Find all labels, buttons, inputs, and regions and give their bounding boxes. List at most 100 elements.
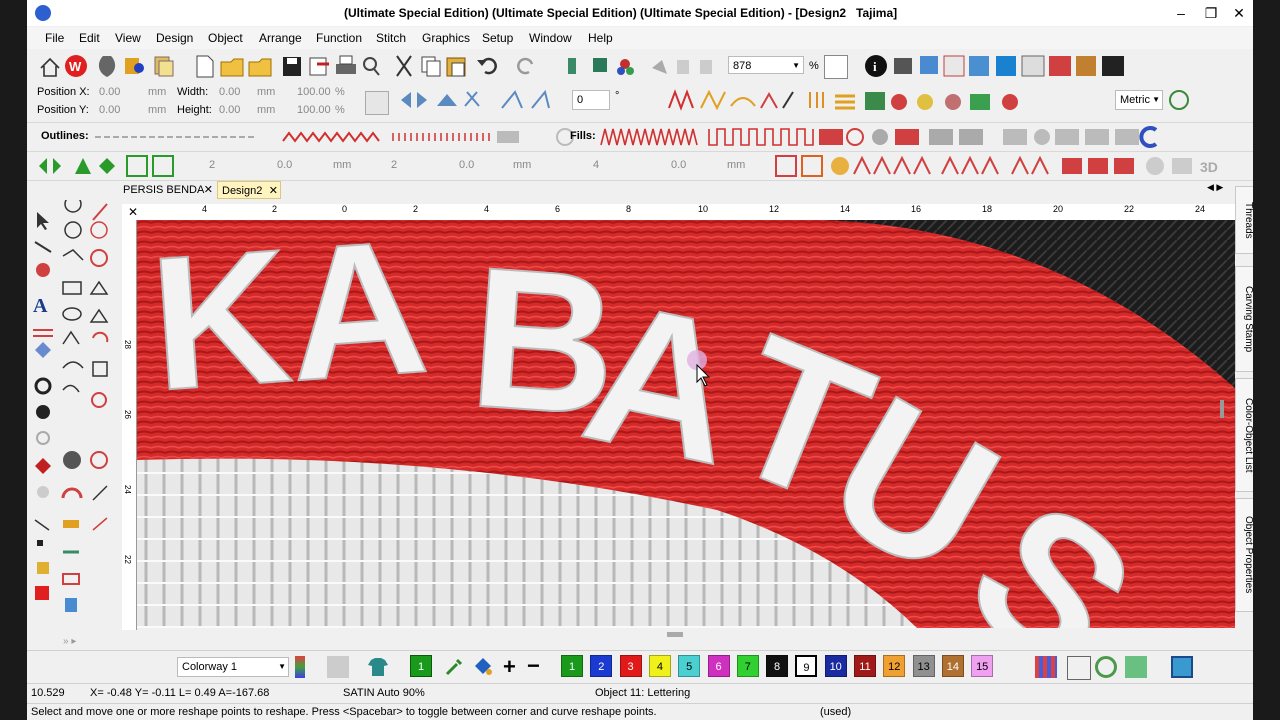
- color-grid-icon[interactable]: [327, 656, 349, 678]
- colorway-list-icon[interactable]: [295, 656, 305, 678]
- effects-toolbar: 2 0.0 mm 2 0.0 mm 4 0.0 mm 3D: [27, 152, 1253, 181]
- add-color-icon[interactable]: +: [503, 656, 525, 678]
- dock-tab-carving-stamp[interactable]: Carving Stamp: [1235, 266, 1253, 372]
- position-y-value[interactable]: 0.00: [99, 104, 120, 116]
- shirt-icon[interactable]: [367, 656, 389, 678]
- menu-view[interactable]: View: [115, 31, 141, 45]
- chevron-down-icon[interactable]: ▼: [278, 658, 286, 676]
- dock-tab-object-properties[interactable]: Object Properties: [1235, 498, 1253, 612]
- toolbar-icons[interactable]: W i: [40, 55, 1124, 78]
- position-y-unit: mm: [148, 104, 167, 116]
- color-swatch-14[interactable]: 14: [941, 655, 964, 677]
- zoom-unit: %: [809, 60, 819, 72]
- thread-chart-icon[interactable]: [1067, 656, 1091, 680]
- effect-icons[interactable]: 3D: [772, 154, 1247, 178]
- menu-function[interactable]: Function: [316, 31, 362, 45]
- letters-ka: KA: [145, 220, 434, 431]
- colorway-select[interactable]: Colorway 1 ▼: [177, 657, 289, 677]
- chevron-down-icon[interactable]: ▼: [1152, 91, 1160, 109]
- width-value[interactable]: 0.00: [219, 86, 240, 98]
- color-swatch-1[interactable]: 1: [561, 655, 583, 677]
- dock-tab-color-object-list[interactable]: Color-Object List: [1235, 378, 1253, 492]
- cube-icon[interactable]: [1125, 656, 1147, 678]
- spacing-v3[interactable]: 2: [391, 159, 397, 171]
- color-swatch-7[interactable]: 7: [736, 655, 759, 677]
- color-swatch-11[interactable]: 11: [854, 655, 876, 677]
- remove-color-icon[interactable]: −: [527, 655, 549, 678]
- close-icon[interactable]: ✕: [204, 181, 213, 199]
- units-select[interactable]: Metric ▼: [1115, 90, 1163, 110]
- spacing-v4[interactable]: 0.0: [459, 159, 474, 171]
- spacing-v1[interactable]: 2: [209, 159, 215, 171]
- monogram-icon[interactable]: [1139, 126, 1161, 148]
- current-color-swatch[interactable]: 1: [410, 655, 432, 677]
- position-x-value[interactable]: 0.00: [99, 86, 120, 98]
- color-swatch-4[interactable]: 4: [648, 655, 671, 677]
- tie-off-icon[interactable]: [1197, 90, 1219, 112]
- minimize-button[interactable]: –: [1168, 3, 1194, 23]
- color-swatch-15[interactable]: 15: [971, 655, 994, 677]
- horizontal-scrollbar-thumb[interactable]: [667, 632, 683, 637]
- color-sort-icon[interactable]: [1035, 656, 1057, 678]
- menu-setup[interactable]: Setup: [482, 31, 513, 45]
- paint-bucket-icon[interactable]: [471, 656, 493, 678]
- dock-tab-threads[interactable]: Threads: [1235, 186, 1253, 254]
- colorway-value: Colorway 1: [182, 661, 238, 673]
- color-swatch-2[interactable]: 2: [590, 655, 613, 677]
- stitch-tool-icons[interactable]: [665, 86, 1135, 116]
- menu-window[interactable]: Window: [529, 31, 572, 45]
- outlines-label: Outlines:: [41, 130, 89, 142]
- tab-persis-benda[interactable]: PERSIS BENDA ✕: [119, 181, 215, 199]
- color-swatch-12[interactable]: 12: [883, 655, 906, 677]
- tab-label: Design2: [222, 185, 263, 197]
- menu-stitch[interactable]: Stitch: [376, 31, 406, 45]
- tab-design2[interactable]: Design2 ✕: [217, 181, 281, 199]
- spacing-v5[interactable]: 4: [593, 159, 599, 171]
- menu-arrange[interactable]: Arrange: [259, 31, 302, 45]
- color-wheel-icon[interactable]: [1095, 656, 1117, 678]
- width-percent[interactable]: 100.00: [297, 86, 331, 98]
- color-swatch-13[interactable]: 13: [912, 655, 935, 677]
- close-window-button[interactable]: ✕: [1226, 3, 1252, 23]
- tie-in-icon[interactable]: [1169, 90, 1189, 110]
- zoom-value: 878: [733, 60, 752, 72]
- toolbox-icons[interactable]: A » ▸: [27, 195, 141, 648]
- menu-file[interactable]: File: [45, 31, 64, 45]
- rotate-angle-input[interactable]: 0: [572, 90, 610, 110]
- design-canvas[interactable]: KA B A T U S: [137, 220, 1237, 628]
- color-swatch-3[interactable]: 3: [619, 655, 642, 677]
- zoom-input[interactable]: 878 ▼: [728, 56, 804, 74]
- restore-button[interactable]: ❐: [1198, 3, 1224, 23]
- color-swatch-6[interactable]: 6: [707, 655, 730, 677]
- vertical-scrollbar-thumb[interactable]: [1220, 400, 1224, 418]
- lock-proportions-icon[interactable]: [365, 91, 389, 115]
- menu-design[interactable]: Design: [156, 31, 193, 45]
- fill-type-icons[interactable]: [599, 125, 1159, 149]
- zoom-dialog-icon[interactable]: [824, 55, 848, 79]
- color-swatch-5[interactable]: 5: [678, 655, 701, 677]
- ruler-vertical: 28 26 24 22: [122, 220, 137, 630]
- color-swatch-10[interactable]: 10: [824, 655, 847, 677]
- chevron-down-icon[interactable]: ▼: [792, 57, 800, 75]
- window-title: (Ultimate Special Edition) (Ultimate Spe…: [344, 6, 847, 20]
- outline-type-icons[interactable]: [95, 125, 595, 149]
- status-zoom: 10.529: [31, 687, 65, 699]
- eyedropper-icon[interactable]: [443, 656, 465, 678]
- fabric-icon[interactable]: [1171, 656, 1193, 678]
- spacing-v6[interactable]: 0.0: [671, 159, 686, 171]
- color-swatch-8[interactable]: 8: [766, 655, 789, 677]
- ruler-close-icon[interactable]: ✕: [128, 205, 138, 219]
- height-value[interactable]: 0.00: [219, 104, 240, 116]
- menu-object[interactable]: Object: [208, 31, 243, 45]
- ruler-tick-label: 16: [911, 204, 922, 214]
- menu-edit[interactable]: Edit: [79, 31, 100, 45]
- menu-graphics[interactable]: Graphics: [422, 31, 470, 45]
- height-percent[interactable]: 100.00: [297, 104, 331, 116]
- tab-scroll-arrows[interactable]: ◀ ▶: [1207, 182, 1223, 193]
- mirror-icons[interactable]: [35, 154, 195, 178]
- color-swatch-9[interactable]: 9: [795, 655, 818, 677]
- menu-help[interactable]: Help: [588, 31, 613, 45]
- spacing-v2[interactable]: 0.0: [277, 159, 292, 171]
- ruler-tick-label: 18: [982, 204, 993, 214]
- close-icon[interactable]: ✕: [269, 182, 278, 200]
